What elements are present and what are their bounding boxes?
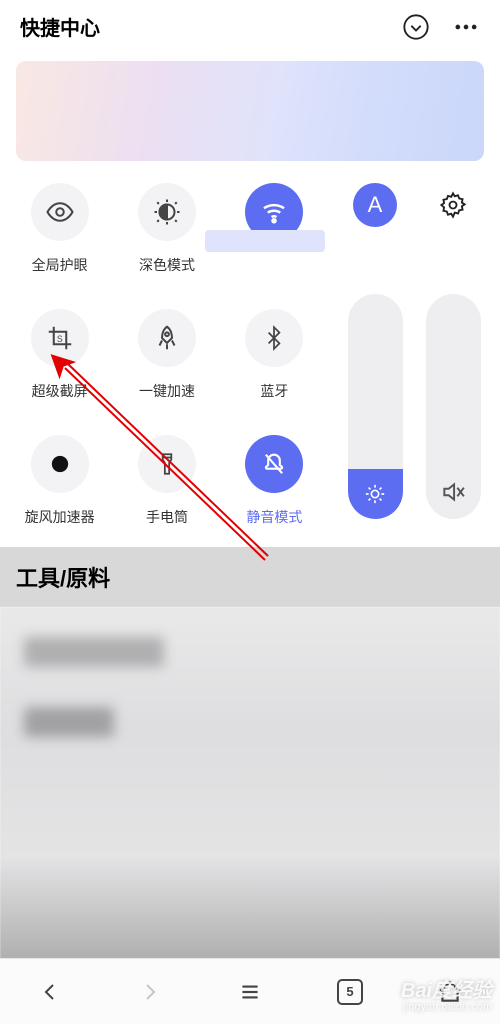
tile-label: 超级截屏 — [32, 381, 88, 401]
tile-label: 旋风加速器 — [25, 507, 95, 527]
nav-menu-button[interactable] — [228, 970, 272, 1014]
tile-label: 静音模式 — [246, 507, 302, 527]
tile-torch[interactable]: 手电筒 — [115, 435, 218, 527]
tile-dark-mode[interactable]: 深色模式 — [115, 183, 218, 275]
volume-slider[interactable] — [426, 294, 481, 519]
slider-row — [336, 294, 492, 519]
rocket-icon — [152, 323, 182, 353]
header-actions — [402, 13, 480, 41]
bluetooth-icon — [261, 323, 287, 353]
brightness-icon — [364, 483, 386, 505]
dot-icon — [46, 450, 74, 478]
brightness-fill — [348, 469, 403, 519]
tile-boost[interactable]: 一键加速 — [115, 309, 218, 401]
flashlight-icon — [154, 449, 180, 479]
svg-text:S: S — [57, 334, 63, 344]
auto-brightness-button[interactable]: A — [353, 183, 397, 227]
tile-label: 蓝牙 — [260, 381, 288, 401]
tile-bluetooth[interactable]: 蓝牙 — [223, 309, 326, 401]
volume-muted-icon — [440, 479, 466, 505]
eye-icon — [45, 197, 75, 227]
tile-wifi[interactable] — [223, 183, 326, 275]
nav-forward-button[interactable] — [128, 970, 172, 1014]
header: 快捷中心 — [0, 0, 500, 53]
tile-eye-protection[interactable]: 全局护眼 — [8, 183, 111, 275]
tile-label: 一键加速 — [139, 381, 195, 401]
nav-back-button[interactable] — [28, 970, 72, 1014]
dark-mode-icon — [152, 197, 182, 227]
tab-count: 5 — [337, 979, 363, 1005]
screenshot-icon: S — [45, 323, 75, 353]
wifi-ssid-hidden — [205, 230, 325, 252]
bell-off-icon — [260, 450, 288, 478]
chevron-right-icon — [138, 980, 162, 1004]
watermark: Bai度经验 jingyan.baidu.com — [401, 981, 492, 1014]
watermark-brand: Bai度经验 — [401, 981, 492, 1002]
tile-label: 手电筒 — [146, 507, 188, 527]
tile-label: 深色模式 — [139, 255, 195, 275]
auto-label: A — [368, 192, 383, 218]
wifi-icon — [259, 197, 289, 227]
side-column: A — [336, 179, 492, 527]
settings-button[interactable] — [431, 183, 475, 227]
nav-tabs-button[interactable]: 5 — [328, 970, 372, 1014]
chevron-down-circle-icon[interactable] — [402, 13, 430, 41]
more-icon[interactable] — [452, 13, 480, 41]
tile-silent[interactable]: 静音模式 — [223, 435, 326, 527]
gear-icon — [439, 191, 467, 219]
watermark-sub: jingyan.baidu.com — [403, 1002, 492, 1014]
section-tools-header: 工具/原料 — [0, 547, 500, 607]
chevron-left-icon — [38, 980, 62, 1004]
tile-screenshot[interactable]: S 超级截屏 — [8, 309, 111, 401]
page-title: 快捷中心 — [20, 12, 100, 41]
brightness-slider[interactable] — [348, 294, 403, 519]
tile-spin-boost[interactable]: 旋风加速器 — [8, 435, 111, 527]
menu-icon — [237, 979, 263, 1005]
tile-label: 全局护眼 — [32, 255, 88, 275]
gradient-banner — [16, 61, 484, 161]
side-top-row: A — [336, 183, 492, 227]
